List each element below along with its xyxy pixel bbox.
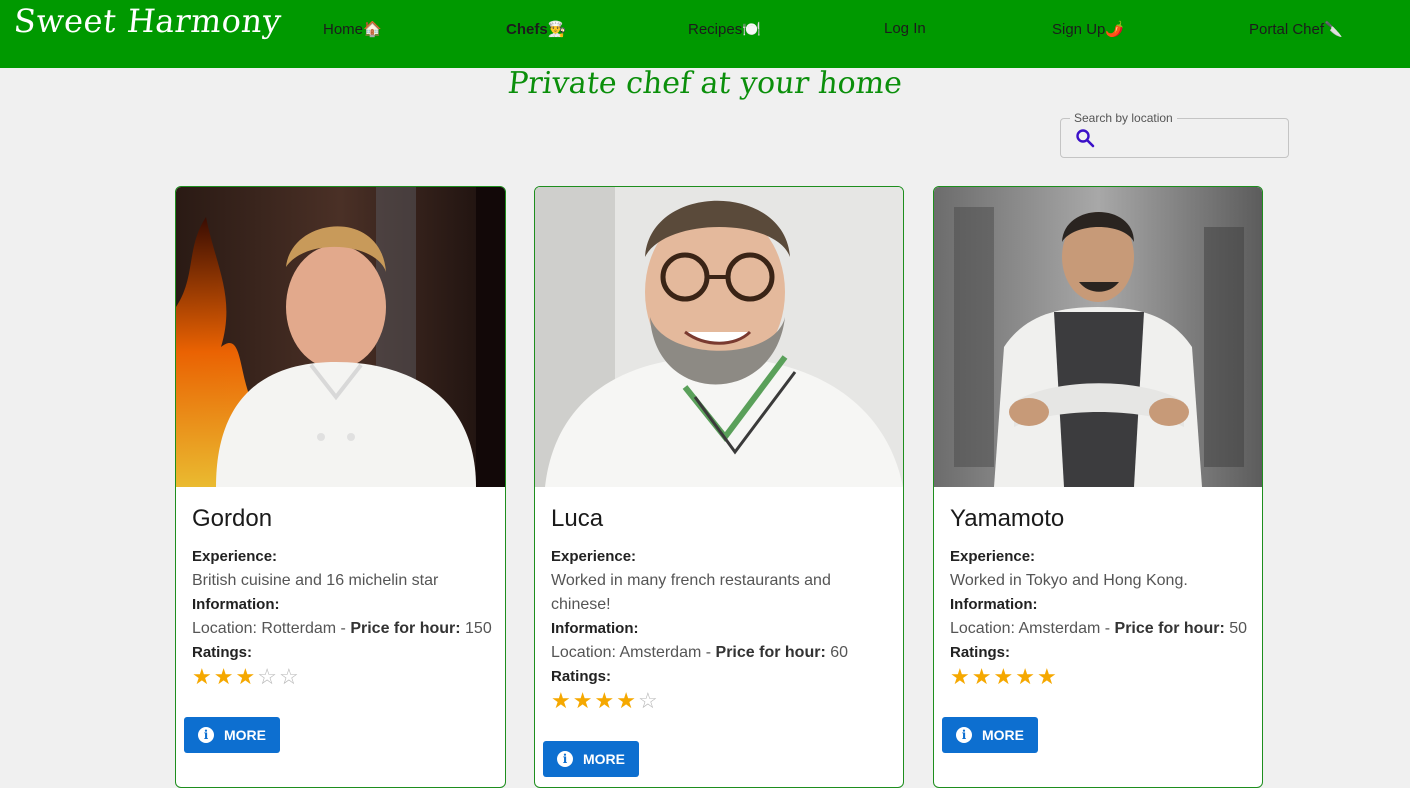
star-filled-icon: ★ — [1015, 664, 1037, 689]
price-value: 50 — [1229, 620, 1248, 637]
information-label: Information: — [192, 596, 280, 613]
experience-text: Worked in many french restaurants and ch… — [551, 572, 831, 613]
chef-name: Luca — [551, 505, 604, 532]
information-label: Information: — [950, 596, 1038, 613]
search-input[interactable] — [1105, 125, 1279, 151]
location-label: Location: — [950, 620, 1015, 637]
experience-label: Experience: — [551, 548, 637, 565]
chef-photo-yamamoto — [934, 187, 1262, 487]
price-value: 60 — [830, 644, 849, 661]
star-empty-icon: ☆ — [637, 688, 660, 713]
separator: - — [340, 620, 346, 637]
ratings-label: Ratings: — [551, 668, 611, 685]
info-icon: i — [198, 727, 214, 743]
chef-card-luca: Luca Experience: Worked in many french r… — [534, 186, 904, 788]
star-rating: ★★★★★ — [950, 665, 1250, 689]
star-filled-icon: ★ — [950, 664, 972, 689]
nav-sign-up[interactable]: Sign Up🌶️ — [1052, 20, 1124, 38]
star-empty-icon: ☆ — [257, 664, 279, 689]
star-filled-icon: ★ — [1036, 664, 1059, 689]
price-label: Price for hour: — [715, 644, 826, 661]
chef-info-luca: Luca Experience: Worked in many french r… — [551, 505, 891, 713]
separator: - — [705, 644, 712, 661]
page-title: Private chef at your home — [506, 66, 904, 101]
more-label: MORE — [982, 727, 1024, 743]
search-label: Search by location — [1070, 111, 1177, 125]
chef-photo-gordon — [176, 187, 505, 487]
location-price: Location: Rotterdam - Price for hour: 15… — [192, 617, 493, 641]
chef-info-yamamoto: Yamamoto Experience: Worked in Tokyo and… — [950, 505, 1250, 689]
chef-photo-luca — [535, 187, 903, 487]
ratings-label: Ratings: — [192, 644, 252, 661]
location-value: Amsterdam — [619, 644, 702, 661]
star-rating: ★★★☆☆ — [192, 665, 493, 689]
star-filled-icon: ★ — [235, 664, 258, 689]
location-value: Amsterdam — [1018, 620, 1101, 637]
info-icon: i — [956, 727, 972, 743]
price-label: Price for hour: — [350, 620, 461, 637]
experience-label: Experience: — [192, 548, 278, 565]
experience-label: Experience: — [950, 548, 1036, 565]
star-filled-icon: ★ — [213, 664, 236, 689]
location-price: Location: Amsterdam - Price for hour: 60 — [551, 641, 891, 665]
nav-home[interactable]: Home🏠 — [323, 20, 382, 38]
nav-log-in[interactable]: Log In — [884, 20, 926, 37]
more-label: MORE — [583, 751, 625, 767]
star-empty-icon: ☆ — [278, 664, 301, 689]
chef-name: Gordon — [192, 505, 273, 532]
chef-name: Yamamoto — [950, 505, 1065, 532]
top-navbar: Sweet Harmony Home🏠 Chefs👨‍🍳 Recipes🍽️ L… — [0, 0, 1410, 68]
location-label: Location: — [192, 620, 257, 637]
star-filled-icon: ★ — [192, 664, 214, 689]
star-rating: ★★★★☆ — [551, 689, 891, 713]
ratings-label: Ratings: — [950, 644, 1010, 661]
nav-portal-chef[interactable]: Portal Chef🔪 — [1249, 20, 1343, 38]
chef-card-gordon: Gordon Experience: British cuisine and 1… — [175, 186, 506, 788]
experience-text: British cuisine and 16 michelin star — [192, 572, 439, 589]
star-filled-icon: ★ — [594, 688, 617, 713]
star-filled-icon: ★ — [572, 688, 595, 713]
price-value: 150 — [465, 620, 492, 637]
search-icon — [1075, 128, 1095, 152]
location-price: Location: Amsterdam - Price for hour: 50 — [950, 617, 1250, 641]
information-label: Information: — [551, 620, 639, 637]
price-label: Price for hour: — [1114, 620, 1225, 637]
chef-card-yamamoto: Yamamoto Experience: Worked in Tokyo and… — [933, 186, 1263, 788]
search-field[interactable]: Search by location — [1060, 111, 1289, 158]
star-filled-icon: ★ — [993, 664, 1016, 689]
more-button[interactable]: i MORE — [543, 741, 639, 777]
nav-chefs[interactable]: Chefs👨‍🍳 — [506, 20, 566, 38]
location-label: Location: — [551, 644, 616, 661]
nav-recipes[interactable]: Recipes🍽️ — [688, 20, 761, 38]
experience-text: Worked in Tokyo and Hong Kong. — [950, 572, 1188, 589]
info-icon: i — [557, 751, 573, 767]
more-label: MORE — [224, 727, 266, 743]
chef-info-gordon: Gordon Experience: British cuisine and 1… — [192, 505, 493, 689]
separator: - — [1104, 620, 1111, 637]
location-value: Rotterdam — [261, 620, 337, 637]
star-filled-icon: ★ — [616, 688, 638, 713]
star-filled-icon: ★ — [971, 664, 994, 689]
star-filled-icon: ★ — [551, 688, 573, 713]
brand-logo[interactable]: Sweet Harmony — [12, 2, 283, 40]
